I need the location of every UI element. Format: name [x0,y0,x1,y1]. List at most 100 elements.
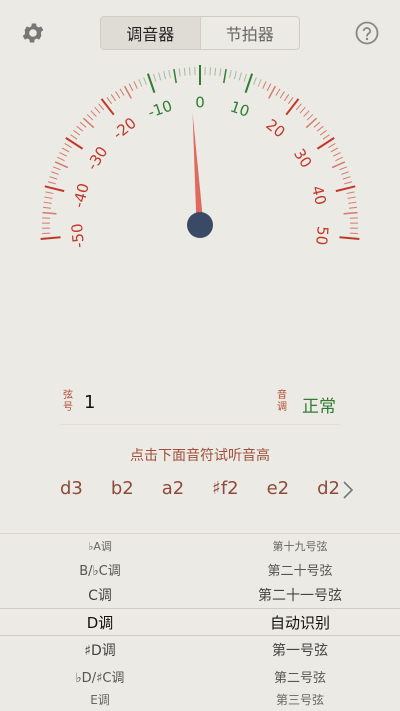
string-column[interactable]: 第十九号弦第二十号弦第二十一号弦自动识别第一号弦第二号弦第三号弦 [200,534,400,711]
dial-label: -50 [68,223,88,249]
dial-tick [276,89,280,96]
dial-tick [50,177,58,179]
dial-tick [215,68,216,76]
string-option[interactable]: 第十九号弦 [200,538,400,554]
dial-tick [190,67,191,75]
string-option[interactable]: 自动识别 [200,612,400,633]
key-option[interactable]: ♭D/♯C调 [0,667,200,686]
dial-label: -40 [69,181,92,209]
dial-tick [70,135,77,140]
string-option[interactable]: 第一号弦 [200,640,400,660]
dial-tick [164,71,166,79]
tuning-dial: -50-40-30-20-1001020304050 [0,60,400,380]
dial-label: -30 [83,143,111,173]
note-button[interactable]: a2 [162,478,184,504]
dial-tick [48,182,56,184]
dial-tick [107,97,112,103]
key-option[interactable]: ♭A调 [0,538,200,554]
dial-tick [224,69,226,83]
tune-label-top: 音 [276,390,288,401]
dial-tick [339,237,359,239]
key-option[interactable]: ♯D调 [0,640,200,660]
note-button[interactable]: ♯f2 [212,478,239,504]
dial-tick [244,74,246,82]
string-label-top: 弦 [62,390,74,401]
dial-tick [120,89,124,96]
dial-tick [348,197,356,198]
dial-tick [44,197,52,198]
dial-tick [174,69,176,83]
dial-tick [336,157,343,160]
dial-tick [159,73,161,81]
dial-tick [280,91,284,98]
string-option[interactable]: 第二十号弦 [200,560,400,579]
dial-tick [125,86,132,98]
tune-label-bottom: 调 [276,402,288,413]
key-option[interactable]: D调 [0,612,200,633]
dial-tick [111,94,115,101]
dial-tick [269,86,276,98]
dial-tick [154,74,156,82]
help-icon[interactable] [354,20,380,46]
dial-tick [73,130,79,135]
tab-tuner[interactable]: 调音器 [101,17,201,49]
note-button[interactable]: d3 [60,478,83,504]
dial-tick [258,79,261,86]
dial-tick [101,99,113,115]
dial-tick [314,122,320,127]
string-info-row: 弦 号 1 音 调 正常 [60,388,340,425]
key-option[interactable]: C调 [0,585,200,605]
dial-tick [220,68,221,76]
string-option[interactable]: 第二十一号弦 [200,585,400,605]
dial-tick [51,172,59,175]
dial-tick [339,167,346,170]
note-button[interactable]: e2 [267,478,290,504]
dial-tick [286,99,298,115]
key-option[interactable]: B/♭C调 [0,560,200,579]
dial-tick [235,71,237,79]
dial-tick [184,68,185,76]
string-label-bottom: 号 [62,402,74,413]
top-bar: 调音器 节拍器 [0,0,400,64]
dial-tick [139,79,142,86]
dial-tick [55,162,68,168]
string-number: 1 [84,392,95,413]
dial-tick [348,202,356,203]
dial-tick [116,91,120,98]
dial-tick [284,94,288,101]
dial-tick [60,153,67,157]
dial-tick [254,77,257,84]
dial-tick [46,192,54,194]
tuning-needle [193,113,204,225]
dial-tick [344,182,352,184]
string-option[interactable]: 第二号弦 [200,667,400,686]
dial-tick [95,107,100,113]
key-column[interactable]: ♭A调 B/♭C调 C调 D调 ♯D调 ♭D/♯C调 E调 [0,534,200,711]
dial-tick [66,138,83,149]
dial-label: -10 [146,97,175,122]
key-string-picker[interactable]: ♭A调 B/♭C调 C调 D调 ♯D调 ♭D/♯C调 E调 第十九号弦第二十号弦第二十一号弦… [0,533,400,711]
dial-tick [77,126,83,131]
string-option[interactable]: 第三号弦 [200,691,400,708]
dial-tick [333,153,340,157]
dial-tick [332,162,345,168]
dial-tick [323,135,330,140]
dial-label: 0 [195,94,205,112]
dial-tick [343,177,351,179]
needle-hub [187,212,213,238]
note-button[interactable]: d2 [317,478,340,504]
dial-tick [91,111,97,117]
dial-label: 10 [228,98,252,121]
tab-metronome[interactable]: 节拍器 [201,17,300,49]
dial-tick [42,213,56,214]
note-button[interactable]: b2 [111,478,134,504]
dial-label: -20 [109,114,139,143]
dial-tick [134,81,137,88]
chevron-right-icon[interactable] [340,478,356,502]
dial-tick [41,237,61,239]
dial-tick [344,213,358,214]
note-list: d3 b2 a2 ♯f2 e2 d2 [60,478,340,504]
dial-tick [43,207,51,208]
key-option[interactable]: E调 [0,691,200,708]
settings-gear-icon[interactable] [20,20,46,46]
